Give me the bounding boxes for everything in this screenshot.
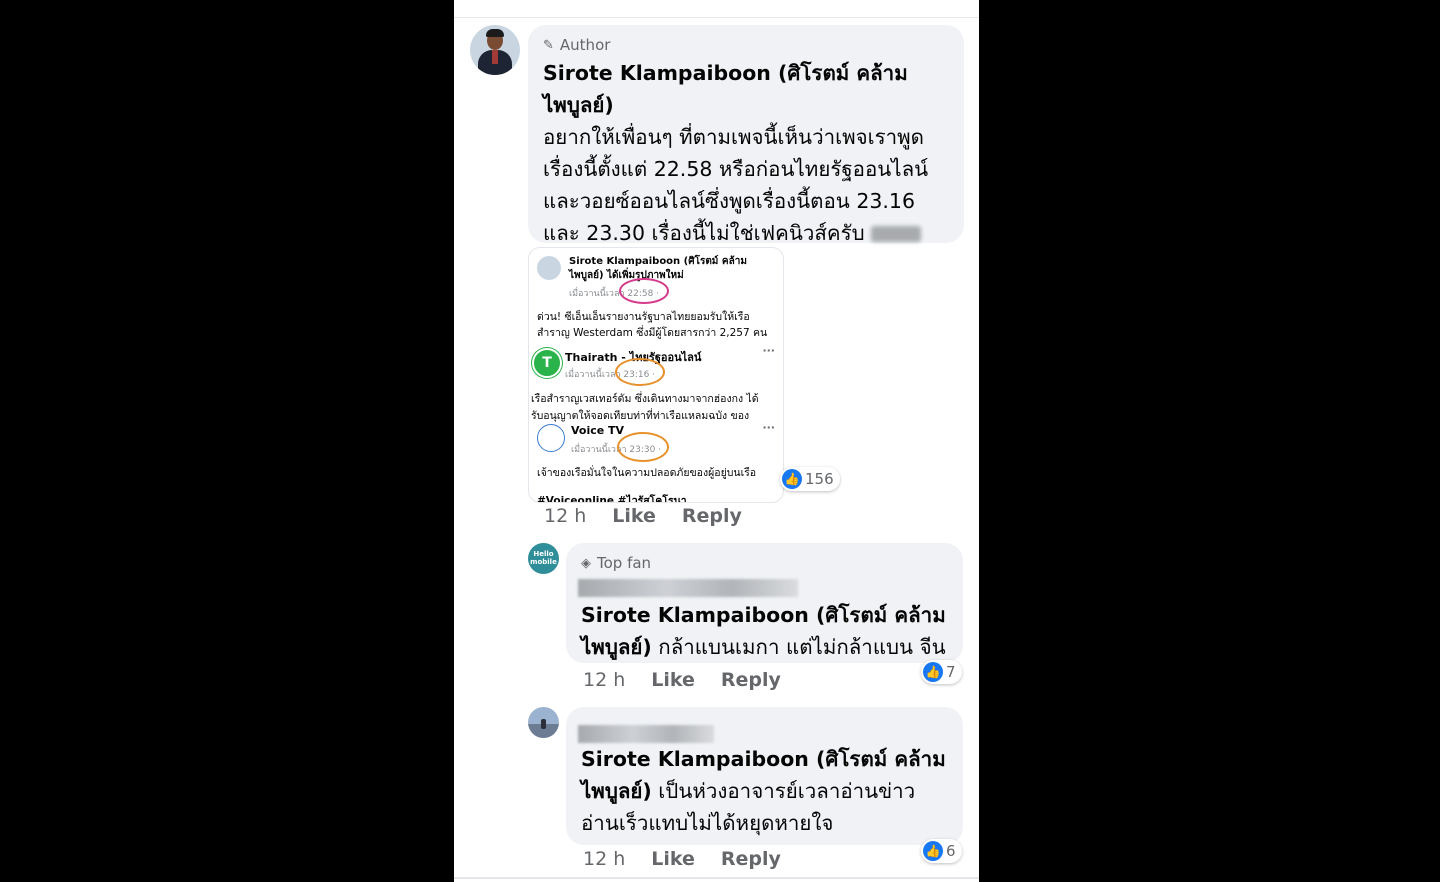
reaction-count[interactable]: 👍 6 [921, 839, 962, 863]
post-text: เจ้าของเรือมั่นใจในความปลอดภัยของผู้อยู่… [537, 467, 757, 479]
blurred-commenter-name[interactable] [578, 579, 798, 597]
reply-button[interactable]: Reply [721, 669, 781, 691]
mentioned-name[interactable]: ไพบูลย์) [581, 635, 652, 659]
more-options-icon[interactable]: ··· [762, 344, 775, 357]
comments-panel: ✎ Author Sirote Klampaiboon (ศิโรตม์ คล้… [454, 0, 979, 882]
attached-screenshot[interactable]: Sirote Klampaiboon (ศิโรตม์ คล้าม ไพบูลย… [528, 247, 784, 503]
comment-actions: 12 h Like Reply [583, 669, 781, 691]
voicetv-logo-icon [537, 424, 565, 452]
top-fan-badge: ◈ Top fan [581, 554, 652, 572]
mentioned-name[interactable]: Sirote Klampaiboon (ศิโรตม์ คล้าม [581, 603, 946, 627]
like-button[interactable]: Like [612, 505, 656, 527]
divider [454, 17, 979, 18]
timestamp[interactable]: 12 h [583, 669, 625, 691]
thumbs-up-icon: 👍 [923, 841, 943, 861]
diamond-icon: ◈ [581, 555, 591, 571]
reply2-avatar[interactable] [528, 707, 559, 738]
reply1-text: Sirote Klampaiboon (ศิโรตม์ คล้าม ไพบูลย… [581, 603, 946, 659]
post-text: สำราญ Westerdam ซึ่งมีผู้โดยสารกว่า 2,25… [537, 327, 768, 339]
reply2-text: Sirote Klampaiboon (ศิโรตม์ คล้าม ไพบูลย… [581, 747, 946, 835]
mentioned-name[interactable]: ไพบูลย์) [581, 779, 652, 803]
post-text: ด่วน! ซีเอ็นเอ็นรายงานรัฐบาลไทยยอมรับให้… [537, 311, 750, 323]
commenter-name[interactable]: Sirote Klampaiboon (ศิโรตม์ คล้ามไพบูลย์… [543, 61, 908, 117]
timestamp[interactable]: 12 h [583, 848, 625, 870]
reply1-avatar[interactable]: Hello mobile [528, 543, 559, 574]
post-text: รับอนุญาตให้จอดเทียบท่าที่ท่าเรือแหลมฉบั… [531, 410, 750, 422]
reply-button[interactable]: Reply [721, 848, 781, 870]
mentioned-name[interactable]: Sirote Klampaiboon (ศิโรตม์ คล้าม [581, 747, 946, 771]
author-badge: ✎ Author [543, 36, 611, 54]
like-button[interactable]: Like [651, 669, 695, 691]
divider [454, 877, 979, 879]
blurred-commenter-name[interactable] [578, 725, 714, 743]
more-options-icon[interactable]: ··· [762, 421, 775, 434]
highlight-circle [619, 278, 669, 304]
comment-actions: 12 h Like Reply [583, 848, 781, 870]
post-text: เรือสำราญเวสเทอร์ดัม ซึ่งเดินทางมาจากฮ่อ… [531, 393, 759, 405]
reaction-count[interactable]: 👍 7 [921, 660, 962, 684]
thairath-logo-icon: T [532, 348, 562, 378]
blurred-mention [871, 226, 922, 242]
thumbs-up-icon: 👍 [923, 662, 943, 682]
post-author-name: Voice TV [571, 424, 625, 437]
author-comment-bubble: ✎ Author Sirote Klampaiboon (ศิโรตม์ คล้… [528, 25, 964, 274]
like-button[interactable]: Like [651, 848, 695, 870]
author-avatar[interactable] [470, 25, 520, 75]
reply1-bubble: ◈ Top fan Sirote Klampaiboon (ศิโรตม์ คล… [566, 543, 963, 663]
highlight-circle [615, 358, 665, 386]
comment-actions: 12 h Like Reply [544, 505, 742, 527]
post-author-name: Sirote Klampaiboon (ศิโรตม์ คล้าม [569, 256, 747, 267]
pencil-icon: ✎ [543, 37, 554, 53]
timestamp[interactable]: 12 h [544, 505, 586, 527]
highlight-circle [617, 432, 669, 462]
post-hashtags: #Voiceonline #ไวรัสโคโรนา [537, 495, 687, 503]
post-avatar [537, 256, 561, 280]
thumbs-up-icon: 👍 [782, 469, 802, 489]
reply-button[interactable]: Reply [682, 505, 742, 527]
reaction-count[interactable]: 👍 156 [780, 467, 840, 491]
reply2-bubble: Sirote Klampaiboon (ศิโรตม์ คล้าม ไพบูลย… [566, 707, 963, 845]
